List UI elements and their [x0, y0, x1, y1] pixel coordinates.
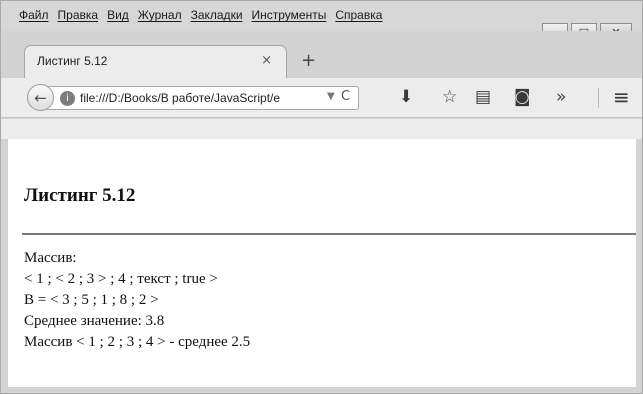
back-button[interactable]: ←	[27, 84, 54, 111]
horizontal-rule	[22, 233, 636, 235]
menu-bar: Файл Правка Вид Журнал Закладки Инструме…	[1, 1, 642, 41]
menu-item-edit[interactable]: Правка	[58, 8, 99, 22]
output-line: Массив:	[24, 250, 77, 266]
output-line: < 1 ; < 2 ; 3 > ; 4 ; текст ; true >	[24, 271, 218, 287]
overflow-chevron-icon[interactable]: »	[556, 86, 566, 108]
menu-item-bookmarks[interactable]: Закладки	[191, 8, 243, 22]
site-info-icon[interactable]: i	[60, 91, 75, 106]
page-heading: Листинг 5.12	[24, 185, 136, 206]
navigation-bar: i file:///D:/Books/В работе/JavaScript/e…	[1, 78, 642, 118]
bookmark-star-icon[interactable]: ☆	[442, 86, 457, 108]
output-lines: Массив: < 1 ; < 2 ; 3 > ; 4 ; текст ; tr…	[24, 248, 250, 353]
reload-icon[interactable]: C	[341, 89, 350, 104]
toolbar-separator	[598, 88, 599, 108]
tab-strip: Листинг 5.12 × +	[1, 31, 642, 78]
hamburger-menu-icon[interactable]: ≡	[613, 86, 630, 108]
reader-view-icon[interactable]: ▤	[475, 86, 491, 108]
new-tab-icon[interactable]: +	[301, 50, 316, 71]
url-dropdown-icon[interactable]: ▼	[327, 91, 335, 102]
menu-item-help[interactable]: Справка	[335, 8, 382, 22]
output-line: B = < 3 ; 5 ; 1 ; 8 ; 2 >	[24, 292, 159, 308]
tab-active[interactable]: Листинг 5.12 ×	[24, 45, 287, 78]
tab-title: Листинг 5.12	[37, 54, 108, 68]
output-line: Среднее значение: 3.8	[24, 313, 165, 329]
menu-item-file[interactable]: Файл	[19, 8, 49, 22]
bookmarks-toolbar	[1, 119, 642, 139]
page-content: Листинг 5.12 Массив: < 1 ; < 2 ; 3 > ; 4…	[8, 139, 636, 387]
output-line: Массив < 1 ; 2 ; 3 ; 4 > - среднее 2.5	[24, 334, 251, 350]
menu-item-view[interactable]: Вид	[107, 8, 129, 22]
browser-window: Файл Правка Вид Журнал Закладки Инструме…	[0, 0, 643, 394]
menu-item-history[interactable]: Журнал	[138, 8, 182, 22]
menu-items: Файл Правка Вид Журнал Закладки Инструме…	[19, 8, 391, 22]
download-icon[interactable]: ⬇	[399, 86, 413, 108]
menu-item-tools[interactable]: Инструменты	[252, 8, 327, 22]
url-text[interactable]: file:///D:/Books/В работе/JavaScript/e	[80, 91, 322, 105]
back-arrow-icon: ←	[34, 88, 47, 107]
tab-close-icon[interactable]: ×	[261, 53, 272, 68]
address-bar[interactable]: i file:///D:/Books/В работе/JavaScript/e…	[41, 86, 359, 110]
pocket-icon[interactable]: ◙	[514, 86, 531, 108]
